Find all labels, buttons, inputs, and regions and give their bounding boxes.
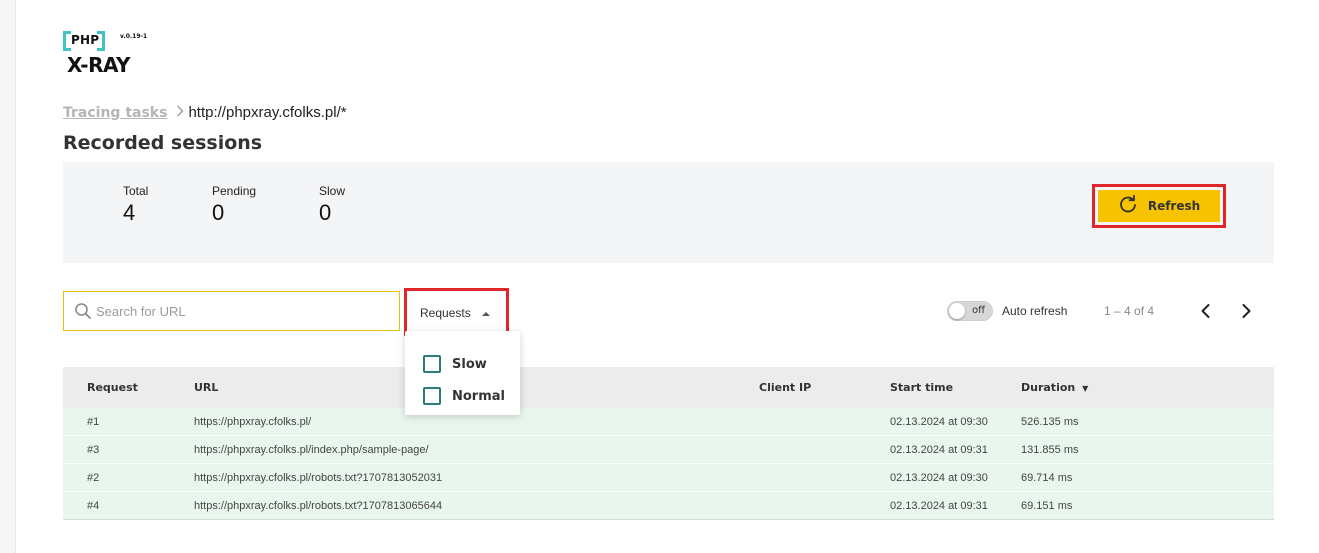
toggle-state-text: off [972,305,986,316]
cell-start-time: 02.13.2024 at 09:31 [890,500,988,512]
table-row[interactable]: #1 https://phpxray.cfolks.pl/ 02.13.2024… [63,408,1274,436]
stat-slow: Slow 0 [319,184,345,226]
search-field[interactable] [63,291,400,331]
logo-bracket-left [63,31,71,51]
table-row[interactable]: #2 https://phpxray.cfolks.pl/robots.txt?… [63,464,1274,492]
refresh-button-label: Refresh [1147,199,1201,213]
logo-php-text: PHP [71,33,100,47]
breadcrumb-current: http://phpxray.cfolks.pl/* [188,104,347,121]
filter-option-slow-checkbox[interactable] [423,355,441,373]
chevron-right-icon [176,105,184,121]
filter-option-slow-label: Slow [452,356,487,372]
left-sidebar-strip [0,0,16,553]
requests-filter-dropdown: Slow Normal [405,331,520,415]
cell-url: https://phpxray.cfolks.pl/ [194,416,312,428]
cell-request: #1 [87,416,100,428]
sort-desc-icon: ▼ [1082,384,1089,393]
page-title: Recorded sessions [63,132,263,154]
cell-start-time: 02.13.2024 at 09:31 [890,444,988,456]
filter-option-slow[interactable]: Slow [405,348,520,380]
cell-duration: 69.714 ms [1021,472,1073,484]
table-header: Request URL Client IP Start time Duratio… [63,367,1274,408]
column-header-duration-label: Duration [1021,381,1076,394]
requests-filter-highlight: Requests [404,288,509,336]
sessions-table: Request URL Client IP Start time Duratio… [63,367,1274,520]
cell-request: #2 [87,472,100,484]
requests-filter-label: Requests [420,305,471,320]
filter-option-normal-checkbox[interactable] [423,387,441,405]
caret-up-icon [481,303,491,322]
filter-option-normal-label: Normal [452,388,505,404]
cell-duration: 131.855 ms [1021,444,1079,456]
stat-pending-label: Pending [212,184,257,198]
column-header-duration[interactable]: Duration ▼ [1021,381,1088,394]
logo-xray-text: X-RAY [67,53,131,77]
cell-request: #3 [87,444,100,456]
column-header-start-time[interactable]: Start time [890,381,953,394]
app-version: v.0.19-1 [120,33,148,40]
stats-panel: Total 4 Pending 0 Slow 0 Refresh [63,162,1274,263]
stat-pending-value: 0 [212,200,225,225]
logo-bracket-right [97,31,105,51]
auto-refresh-toggle[interactable]: off [947,301,993,321]
stat-pending: Pending 0 [212,184,256,226]
cell-start-time: 02.13.2024 at 09:30 [890,416,988,428]
stat-total-value: 4 [123,200,136,225]
refresh-icon [1118,194,1138,218]
stat-total-label: Total [123,184,149,198]
stat-slow-label: Slow [319,184,346,198]
requests-filter-button[interactable]: Requests [410,295,503,330]
cell-start-time: 02.13.2024 at 09:30 [890,472,988,484]
cell-request: #4 [87,500,100,512]
app-logo[interactable]: PHP v.0.19-1 X-RAY [63,30,163,77]
table-row[interactable]: #4 https://phpxray.cfolks.pl/robots.txt?… [63,492,1274,520]
logo-php-mark: PHP [63,30,105,52]
table-body: #1 https://phpxray.cfolks.pl/ 02.13.2024… [63,408,1274,520]
chevron-left-icon[interactable] [1197,302,1215,320]
search-input[interactable] [96,303,386,319]
cell-duration: 526.135 ms [1021,416,1079,428]
column-header-client-ip[interactable]: Client IP [759,381,811,394]
breadcrumb: Tracing tasks http://phpxray.cfolks.pl/* [63,104,347,121]
breadcrumb-tracing-tasks-link[interactable]: Tracing tasks [63,105,167,121]
refresh-button[interactable]: Refresh [1098,190,1220,222]
cell-url: https://phpxray.cfolks.pl/robots.txt?170… [194,500,443,512]
cell-url: https://phpxray.cfolks.pl/index.php/samp… [194,444,429,456]
stat-slow-value: 0 [319,200,332,225]
refresh-highlight: Refresh [1092,184,1226,228]
filter-option-normal[interactable]: Normal [405,380,520,412]
column-header-request[interactable]: Request [87,381,138,394]
chevron-right-icon[interactable] [1237,302,1255,320]
cell-duration: 69.151 ms [1021,500,1073,512]
auto-refresh-label: Auto refresh [1002,304,1068,318]
toggle-knob [949,303,965,319]
cell-url: https://phpxray.cfolks.pl/robots.txt?170… [194,472,443,484]
search-icon [74,302,92,320]
stat-total: Total 4 [123,184,148,226]
table-row[interactable]: #3 https://phpxray.cfolks.pl/index.php/s… [63,436,1274,464]
column-header-url[interactable]: URL [194,381,218,394]
pagination-info: 1 – 4 of 4 [1104,304,1155,318]
